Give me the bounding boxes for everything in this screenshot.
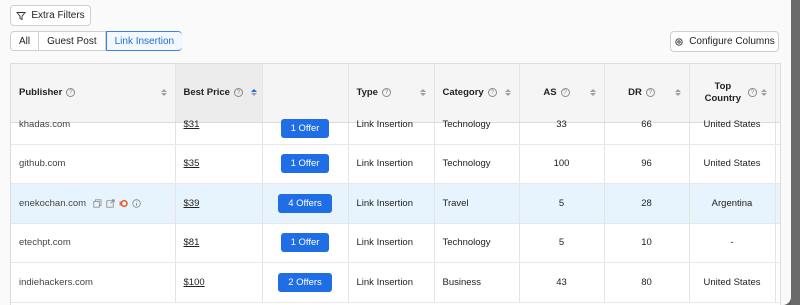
col-label-top-country: Top Country [704, 80, 742, 104]
type-cell: Link Insertion [348, 262, 435, 303]
publisher-name[interactable]: enekochan.com [19, 198, 86, 209]
publisher-name[interactable]: khadas.com [19, 119, 167, 130]
sort-icon[interactable] [419, 89, 426, 97]
col-label-best-price: Best Price [183, 87, 230, 99]
sort-asc-icon[interactable] [250, 89, 257, 97]
best-price[interactable]: $35 [184, 158, 200, 169]
col-header-top-country[interactable]: Top Country ? [689, 64, 776, 123]
col-label-as: AS [543, 87, 557, 99]
type-cell: Link Insertion [348, 223, 435, 263]
col-header-category[interactable]: Category? [434, 64, 520, 123]
extra-filters-label: Extra Filters [31, 10, 85, 21]
table-row[interactable]: github.com $35 1 Offer Link Insertion Te… [11, 144, 780, 184]
table-row-highlighted[interactable]: enekochan.com $39 4 Offers Link Insertio… [11, 183, 780, 224]
category-cell: Technology [434, 144, 520, 184]
col-header-best-price[interactable]: Best Price? [175, 64, 263, 123]
sort-icon[interactable] [760, 89, 767, 97]
table-row[interactable]: khadas.com $31 1 Offer Link Insertion Te… [11, 118, 780, 145]
help-icon[interactable]: ? [645, 88, 655, 98]
offers-button[interactable]: 2 Offers [278, 272, 332, 292]
publisher-name[interactable]: etechpt.com [11, 223, 176, 263]
publisher-table: Publisher? Best Price? Type? Category ? … [10, 63, 781, 305]
offers-button[interactable]: 1 Offer [280, 154, 330, 174]
col-header-publisher[interactable]: Publisher? [11, 64, 176, 123]
table-row[interactable]: indiehackers.com $100 2 Offers Link Inse… [11, 262, 780, 303]
dr-cell: 96 [604, 144, 690, 184]
gear-icon [675, 37, 683, 46]
help-icon[interactable]: ? [66, 88, 76, 98]
country-cell: United States [703, 118, 761, 130]
category-cell: Technology [442, 118, 491, 130]
col-label-publisher: Publisher [19, 87, 63, 99]
extra-filters-button[interactable]: Extra Filters [10, 5, 91, 26]
external-link-icon[interactable] [106, 199, 115, 208]
sort-icon[interactable] [674, 89, 681, 97]
as-cell: 5 [519, 223, 605, 263]
help-icon[interactable]: ? [560, 88, 570, 98]
best-price[interactable]: $81 [184, 237, 200, 248]
type-cell: Link Insertion [348, 183, 435, 224]
best-price[interactable]: $31 [184, 119, 254, 130]
col-header-extra [775, 64, 780, 123]
country-cell: United States [689, 144, 776, 184]
hot-deal-icon [119, 199, 128, 207]
as-cell: 5 [519, 183, 605, 224]
type-cell: Link Insertion [348, 144, 435, 184]
offers-button[interactable]: 1 Offer [280, 118, 330, 138]
dr-cell: 28 [604, 183, 690, 224]
as-cell: 100 [519, 144, 605, 184]
sort-icon[interactable] [589, 89, 596, 97]
copy-icon[interactable] [93, 199, 102, 208]
country-cell: Argentina [689, 183, 776, 224]
best-price[interactable]: $39 [184, 198, 200, 209]
help-icon[interactable]: ? [487, 88, 497, 98]
col-header-type[interactable]: Type? [348, 64, 435, 123]
category-cell: Business [434, 262, 520, 303]
sort-icon[interactable] [160, 89, 167, 97]
dr-cell: 66 [641, 118, 652, 130]
filter-icon [16, 11, 27, 20]
col-header-offers [262, 64, 349, 123]
tab-all[interactable]: All [11, 32, 40, 50]
help-icon[interactable]: ? [381, 88, 391, 98]
configure-columns-button[interactable]: Configure Columns [670, 31, 779, 52]
window-edge [791, 0, 800, 305]
tab-group: All Guest Post Link Insertion [10, 31, 183, 51]
country-cell: - [689, 223, 776, 263]
info-icon[interactable] [132, 199, 141, 208]
col-header-as[interactable]: AS? [519, 64, 605, 123]
as-cell: 43 [519, 262, 605, 303]
app-frame: Extra Filters All Guest Post Link Insert… [0, 0, 791, 305]
col-label-dr: DR [628, 87, 642, 99]
as-cell: 33 [556, 118, 567, 130]
category-cell: Technology [434, 223, 520, 263]
offers-button[interactable]: 4 Offers [278, 193, 332, 213]
table-header-row: Publisher? Best Price? Type? Category ? … [11, 64, 780, 123]
table-row[interactable]: etechpt.com $81 1 Offer Link Insertion T… [11, 223, 780, 263]
col-label-category: Category [442, 87, 484, 99]
category-cell: Travel [434, 183, 520, 224]
dr-cell: 80 [604, 262, 690, 303]
offers-button[interactable]: 1 Offer [280, 233, 330, 253]
sort-icon[interactable] [504, 89, 511, 97]
col-header-dr[interactable]: DR? [604, 64, 690, 123]
best-price[interactable]: $100 [184, 277, 205, 288]
configure-columns-label: Configure Columns [689, 36, 775, 47]
col-label-type: Type [356, 87, 378, 99]
publisher-name[interactable]: github.com [11, 144, 176, 184]
help-icon[interactable]: ? [748, 88, 757, 98]
type-cell: Link Insertion [356, 118, 414, 130]
country-cell: United States [689, 262, 776, 303]
help-icon[interactable]: ? [233, 88, 243, 98]
dr-cell: 10 [604, 223, 690, 263]
tab-guest-post[interactable]: Guest Post [39, 32, 106, 50]
publisher-name[interactable]: indiehackers.com [11, 262, 176, 303]
tab-link-insertion[interactable]: Link Insertion [105, 31, 183, 51]
